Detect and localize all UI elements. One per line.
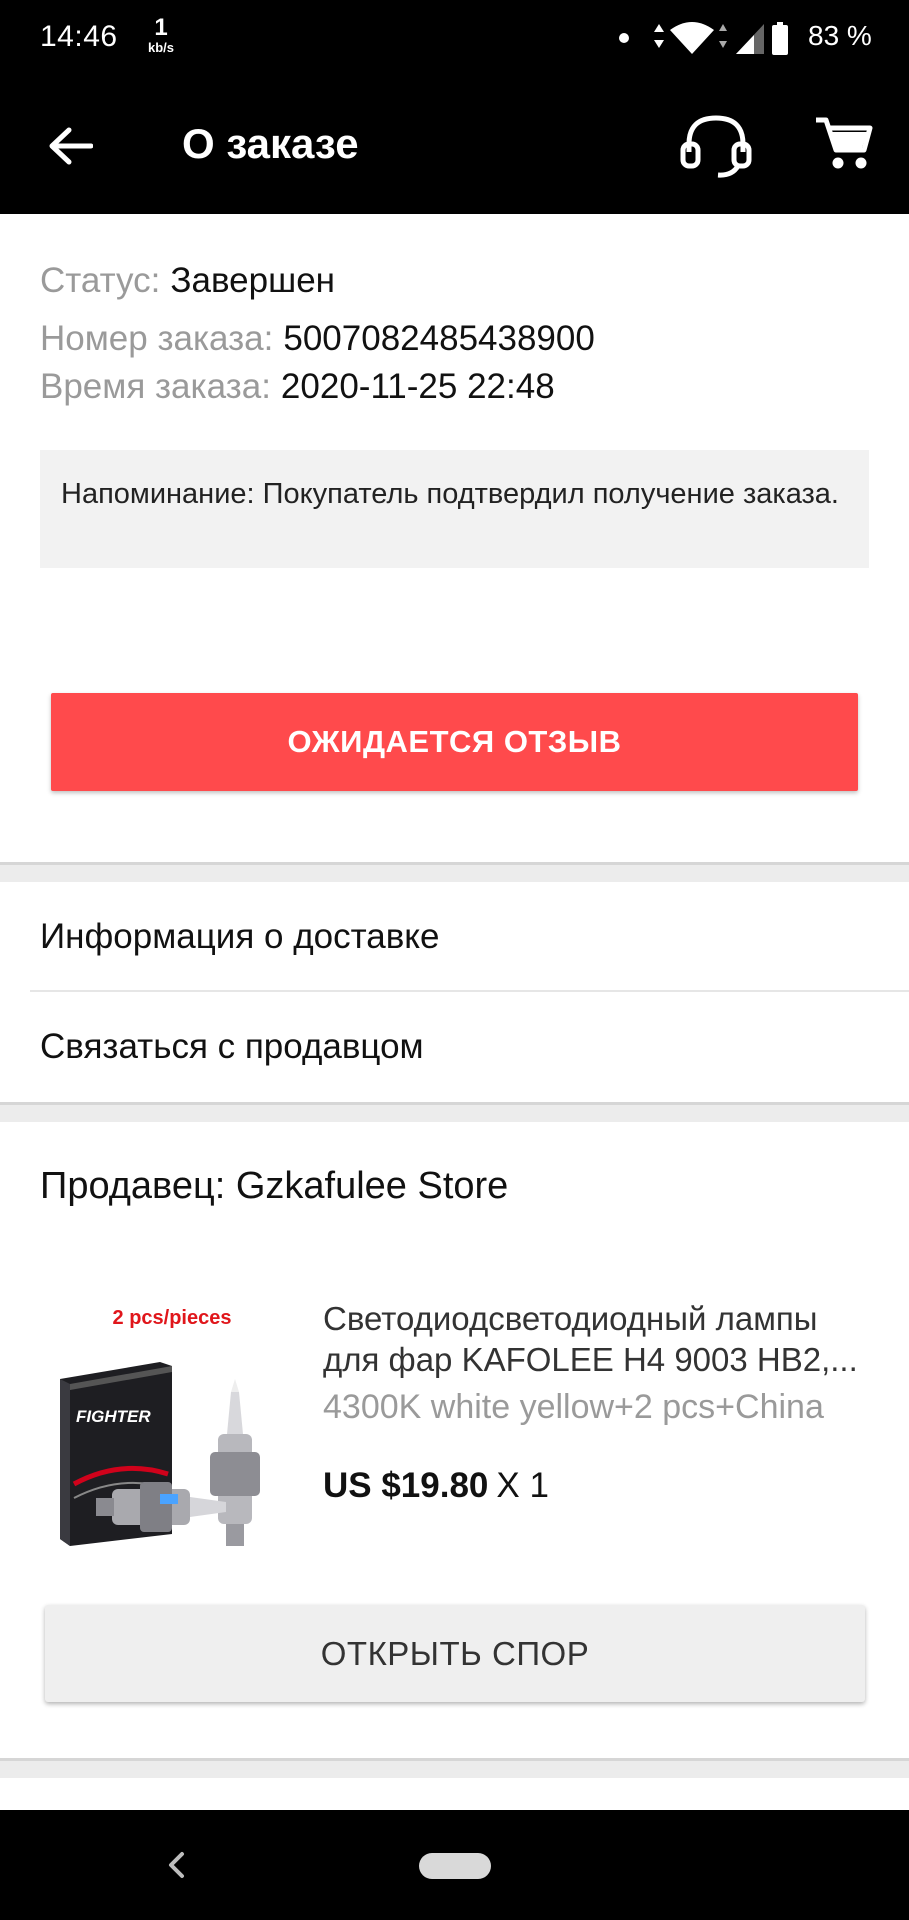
network-speed-value: 1 bbox=[154, 14, 168, 41]
network-speed-unit: kb/s bbox=[147, 40, 174, 55]
cart-icon bbox=[816, 117, 873, 169]
product-price: US $19.80 bbox=[323, 1466, 489, 1505]
order-number: Номер заказа: 5007082485438900 bbox=[40, 319, 595, 359]
chevron-left-icon bbox=[169, 1852, 184, 1878]
product-price-line: US $19.80 X 1 bbox=[323, 1466, 549, 1506]
app-bar: О заказе bbox=[0, 76, 909, 214]
product-image-caption: 2 pcs/pieces bbox=[113, 1307, 232, 1329]
battery-percent: 83 % bbox=[808, 20, 872, 51]
order-status: Статус: Завершен bbox=[40, 261, 335, 301]
status-bar: 14:46 1 kb/s 83 % bbox=[0, 0, 909, 76]
section-divider bbox=[0, 1758, 909, 1778]
order-time-value: 2020-11-25 22:48 bbox=[280, 367, 555, 406]
headset-icon bbox=[680, 115, 752, 178]
contact-seller-link[interactable]: Связаться с продавцом bbox=[0, 992, 909, 1102]
section-divider bbox=[0, 862, 909, 882]
page-title: О заказе bbox=[182, 120, 359, 167]
nav-home-pill[interactable] bbox=[419, 1853, 491, 1879]
reminder-box: Напоминание: Покупатель подтвердил получ… bbox=[40, 450, 869, 568]
delivery-info-link[interactable]: Информация о доставке bbox=[0, 882, 909, 992]
data-arrows-icon bbox=[719, 24, 727, 48]
contact-seller-label: Связаться с продавцом bbox=[40, 1027, 424, 1066]
cart-button[interactable] bbox=[814, 114, 874, 174]
notification-dot-icon bbox=[619, 33, 629, 43]
order-time-label: Время заказа: bbox=[40, 367, 271, 406]
support-button[interactable] bbox=[680, 112, 752, 178]
seller-name: Продавец: Gzkafulee Store bbox=[40, 1165, 509, 1207]
product-quantity: X 1 bbox=[496, 1466, 549, 1505]
data-arrows-icon bbox=[654, 24, 664, 48]
system-status-icons bbox=[654, 22, 788, 55]
order-summary: Статус: Завершен Номер заказа: 50070824854… bbox=[0, 214, 909, 862]
wifi-icon bbox=[670, 22, 714, 54]
order-status-value: Завершен bbox=[170, 261, 335, 300]
back-button[interactable] bbox=[40, 116, 100, 176]
product-variant: 4300K white yellow+2 pcs+China bbox=[323, 1388, 824, 1426]
back-arrow-icon bbox=[49, 127, 93, 165]
signal-icon bbox=[736, 24, 764, 54]
status-time: 14:46 bbox=[40, 20, 118, 53]
section-divider bbox=[0, 1102, 909, 1122]
order-number-value: 5007082485438900 bbox=[283, 319, 595, 358]
order-status-label: Статус: bbox=[40, 261, 161, 300]
headlight-bulbs-image: 2 pcs/pieces FIGHTER bbox=[60, 1307, 260, 1546]
product-image[interactable]: 2 pcs/pieces FIGHTER bbox=[40, 1284, 296, 1566]
battery-icon bbox=[772, 22, 788, 55]
review-pending-button[interactable]: ОЖИДАЕТСЯ ОТЗЫВ bbox=[51, 693, 858, 791]
product-image-brand: FIGHTER bbox=[76, 1407, 151, 1426]
open-dispute-button[interactable]: ОТКРЫТЬ СПОР bbox=[45, 1605, 865, 1702]
product-title[interactable]: Светодиодсветодиодный лампы для фар KAFO… bbox=[323, 1298, 883, 1380]
nav-back-button[interactable] bbox=[154, 1840, 198, 1890]
delivery-info-label: Информация о доставке bbox=[40, 917, 440, 956]
order-time: Время заказа: 2020-11-25 22:48 bbox=[40, 367, 555, 407]
order-number-label: Номер заказа: bbox=[40, 319, 274, 358]
system-nav-bar bbox=[0, 1810, 909, 1920]
network-speed: 1 kb/s bbox=[143, 14, 179, 55]
